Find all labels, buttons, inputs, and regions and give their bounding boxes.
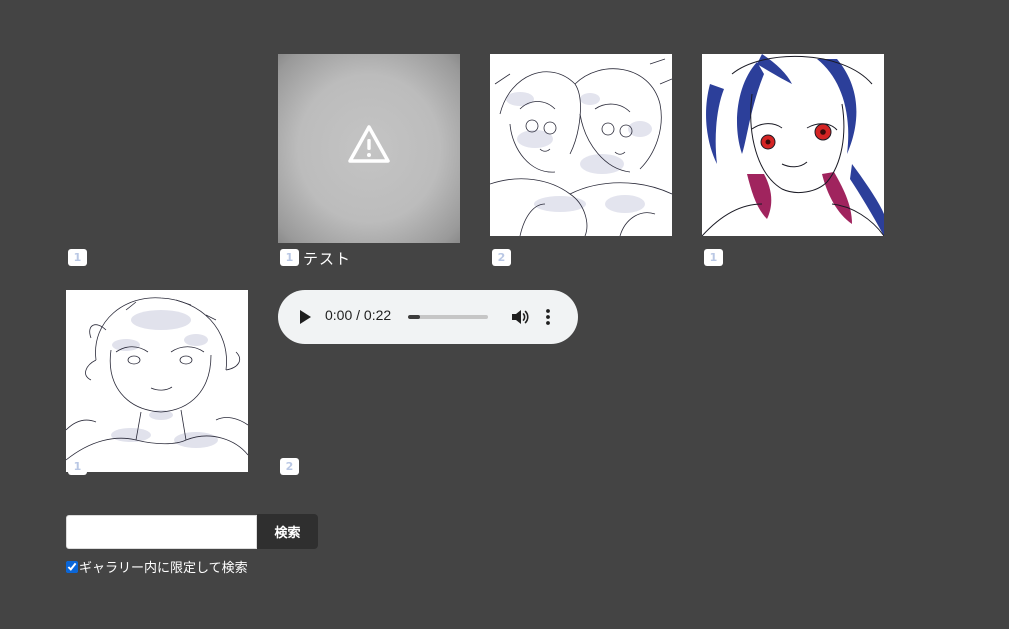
item-count-badge: 1 [280,249,299,266]
boy-character-sketch [66,290,248,472]
gallery-image-tile[interactable] [66,290,248,472]
item-count-badge: 1 [68,249,87,266]
play-icon[interactable] [298,308,312,326]
volume-icon[interactable] [510,307,530,327]
warning-icon [348,125,390,163]
item-count-badge: 1 [68,458,87,475]
audio-time-display: 0:00 / 0:22 [325,307,392,323]
item-count-badge: 2 [492,249,511,266]
search-input[interactable] [66,515,257,549]
item-count-badge: 2 [280,458,299,475]
red-eyed-character-drawing [702,54,884,236]
limit-to-gallery-checkbox[interactable] [66,560,78,573]
item-count-badge: 1 [704,249,723,266]
gallery-image-tile[interactable] [490,54,672,236]
search-button[interactable]: 検索 [257,514,318,549]
audio-progress-fill [408,315,420,319]
limit-to-gallery-option[interactable]: ギャラリー内に限定して検索 [66,557,248,576]
audio-progress-slider[interactable] [408,315,488,319]
more-options-icon[interactable] [544,307,552,327]
two-characters-sketch [490,54,672,236]
gallery-image-tile[interactable] [702,54,884,236]
limit-to-gallery-label: ギャラリー内に限定して検索 [79,561,248,576]
item-caption[interactable]: テスト [303,248,351,269]
sensitive-image-tile[interactable] [278,54,460,243]
gallery-page: 1 1 テスト 2 1 1 0:00 / 0:22 2 検索 ギャラリー内に限定… [0,0,1009,629]
audio-player: 0:00 / 0:22 [278,290,578,344]
